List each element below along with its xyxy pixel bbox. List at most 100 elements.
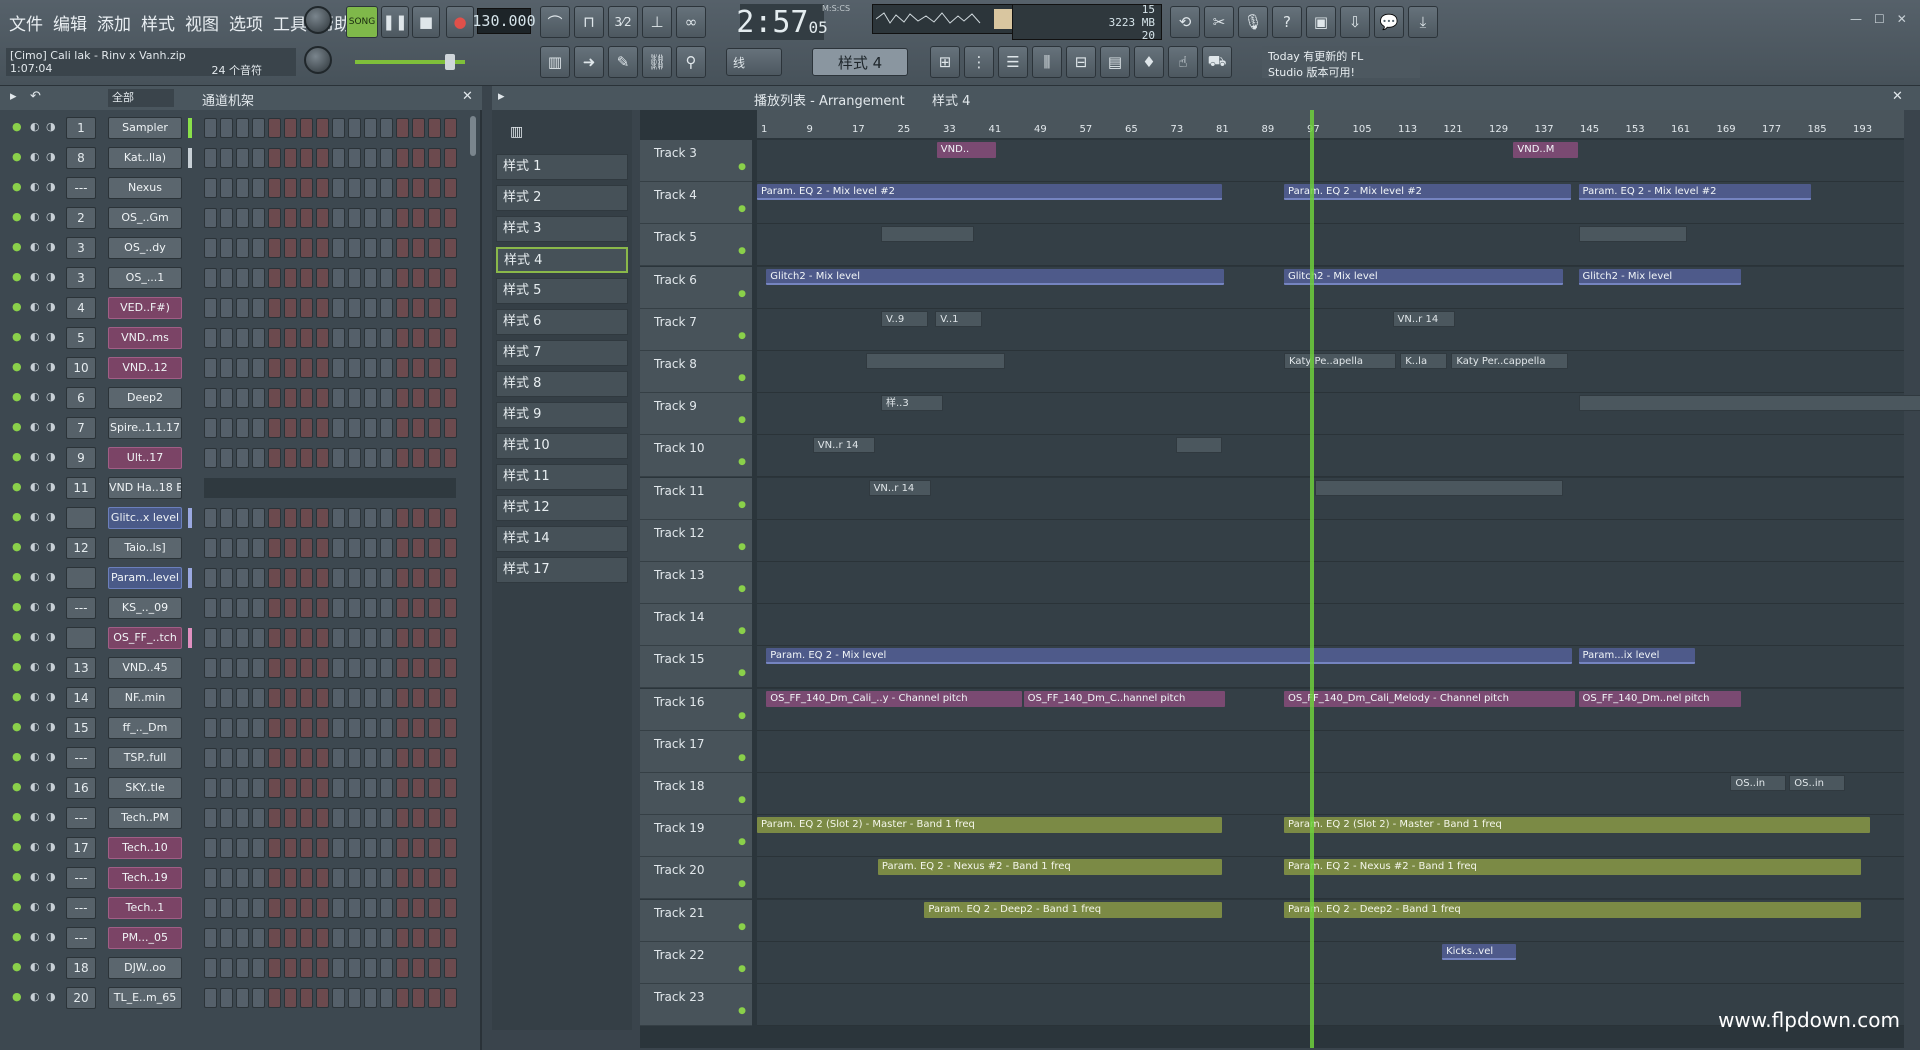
step-button[interactable] <box>412 118 425 138</box>
step-button[interactable] <box>204 148 217 168</box>
channel-name-button[interactable]: Tech..19 <box>108 867 182 889</box>
step-button[interactable] <box>220 298 233 318</box>
step-button[interactable] <box>252 148 265 168</box>
step-button[interactable] <box>220 778 233 798</box>
step-button[interactable] <box>412 418 425 438</box>
step-button[interactable] <box>220 118 233 138</box>
step-button[interactable] <box>220 178 233 198</box>
step-button[interactable] <box>364 748 377 768</box>
step-button[interactable] <box>204 718 217 738</box>
step-button[interactable] <box>428 958 441 978</box>
chat-icon[interactable]: 💬 <box>1374 6 1404 38</box>
pattern-selector[interactable]: 样式 4 <box>812 48 908 76</box>
track-header[interactable]: Track 8 ● <box>640 351 752 393</box>
channel-name-button[interactable]: Taio..ls] <box>108 537 182 559</box>
channel-pan-knob[interactable]: ◐ <box>30 780 40 793</box>
menu-item[interactable]: 样式 <box>138 8 178 37</box>
step-button[interactable] <box>252 238 265 258</box>
step-button[interactable] <box>396 118 409 138</box>
step-button[interactable] <box>412 268 425 288</box>
time-ruler[interactable]: 1917253341495765738189971051131211291371… <box>757 110 1904 138</box>
channel-mixer-track[interactable]: 7 <box>66 417 96 439</box>
step-button[interactable] <box>380 268 393 288</box>
step-button[interactable] <box>220 748 233 768</box>
rack-scrollbar[interactable] <box>470 116 476 156</box>
channel-mixer-track[interactable]: 5 <box>66 327 96 349</box>
channel-name-button[interactable]: VED..F#) <box>108 297 182 319</box>
step-button[interactable] <box>268 958 281 978</box>
step-sequencer[interactable] <box>204 928 457 948</box>
step-button[interactable] <box>220 328 233 348</box>
channel-name-button[interactable]: PM..._05 <box>108 927 182 949</box>
step-button[interactable] <box>316 148 329 168</box>
step-button[interactable] <box>364 238 377 258</box>
step-button[interactable] <box>252 598 265 618</box>
step-button[interactable] <box>396 298 409 318</box>
step-button[interactable] <box>284 358 297 378</box>
track-header[interactable]: Track 9 ● <box>640 393 752 436</box>
channel-pan-knob[interactable]: ◐ <box>30 690 40 703</box>
step-button[interactable] <box>364 838 377 858</box>
step-button[interactable] <box>316 928 329 948</box>
step-button[interactable] <box>236 538 249 558</box>
slider-handle[interactable] <box>445 54 455 70</box>
step-button[interactable] <box>236 328 249 348</box>
channel-enable-icon[interactable]: ● <box>12 120 22 133</box>
step-sequencer[interactable] <box>204 838 457 858</box>
channel-enable-icon[interactable]: ● <box>12 600 22 613</box>
step-sequencer[interactable] <box>204 988 457 1008</box>
channel-row[interactable]: ● ◐ ◑ --- PM..._05 <box>8 926 468 950</box>
step-button[interactable] <box>380 838 393 858</box>
step-button[interactable] <box>204 658 217 678</box>
step-button[interactable] <box>268 718 281 738</box>
step-button[interactable] <box>364 868 377 888</box>
step-button[interactable] <box>412 628 425 648</box>
channel-pan-knob[interactable]: ◐ <box>30 180 40 193</box>
step-button[interactable] <box>396 868 409 888</box>
channel-row[interactable]: ● ◐ ◑ Glitc..x level <box>8 506 468 530</box>
channel-mixer-track[interactable]: 14 <box>66 687 96 709</box>
playlist-clip[interactable]: Katy Pe..apella <box>1284 353 1396 369</box>
track-lane[interactable]: Param. EQ 2 - Mix level #2 Param. EQ 2 - … <box>757 182 1904 225</box>
step-button[interactable] <box>220 208 233 228</box>
track-header[interactable]: Track 23 ● <box>640 984 752 1026</box>
channel-volume-knob[interactable]: ◑ <box>46 510 56 523</box>
track-header[interactable]: Track 19 ● <box>640 815 752 858</box>
playlist-clip[interactable]: Param. EQ 2 - Mix level <box>766 648 1573 665</box>
step-button[interactable] <box>300 298 313 318</box>
playlist-clip[interactable] <box>1578 395 1920 412</box>
track-header[interactable]: Track 5 ● <box>640 224 752 267</box>
step-button[interactable] <box>252 178 265 198</box>
channel-row[interactable]: ● ◐ ◑ 13 VND..45 <box>8 656 468 680</box>
step-sequencer[interactable] <box>204 118 457 138</box>
step-button[interactable] <box>364 928 377 948</box>
step-button[interactable] <box>380 898 393 918</box>
channel-volume-knob[interactable]: ◑ <box>46 690 56 703</box>
track-lane[interactable]: 样..3 <box>757 393 1920 436</box>
step-button[interactable] <box>412 148 425 168</box>
step-button[interactable] <box>236 628 249 648</box>
step-sequencer[interactable] <box>204 718 457 738</box>
countdown-icon[interactable]: 3⁄2 <box>608 6 638 38</box>
track-header[interactable]: Track 21 ● <box>640 899 752 942</box>
step-button[interactable] <box>284 328 297 348</box>
step-sequencer[interactable] <box>204 388 457 408</box>
channel-volume-knob[interactable]: ◑ <box>46 540 56 553</box>
step-button[interactable] <box>316 628 329 648</box>
step-button[interactable] <box>268 328 281 348</box>
record-button[interactable]: ● <box>446 6 474 38</box>
step-button[interactable] <box>236 358 249 378</box>
step-sequencer[interactable] <box>204 628 457 648</box>
step-button[interactable] <box>204 598 217 618</box>
step-button[interactable] <box>364 538 377 558</box>
step-button[interactable] <box>348 238 361 258</box>
step-button[interactable] <box>332 448 345 468</box>
step-button[interactable] <box>204 538 217 558</box>
step-button[interactable] <box>428 688 441 708</box>
channel-name-button[interactable]: Sampler <box>108 117 182 139</box>
step-button[interactable] <box>252 328 265 348</box>
step-button[interactable] <box>284 538 297 558</box>
close-icon[interactable]: ✕ <box>1897 12 1907 26</box>
step-button[interactable] <box>332 508 345 528</box>
track-mute-icon[interactable]: ● <box>738 837 746 847</box>
